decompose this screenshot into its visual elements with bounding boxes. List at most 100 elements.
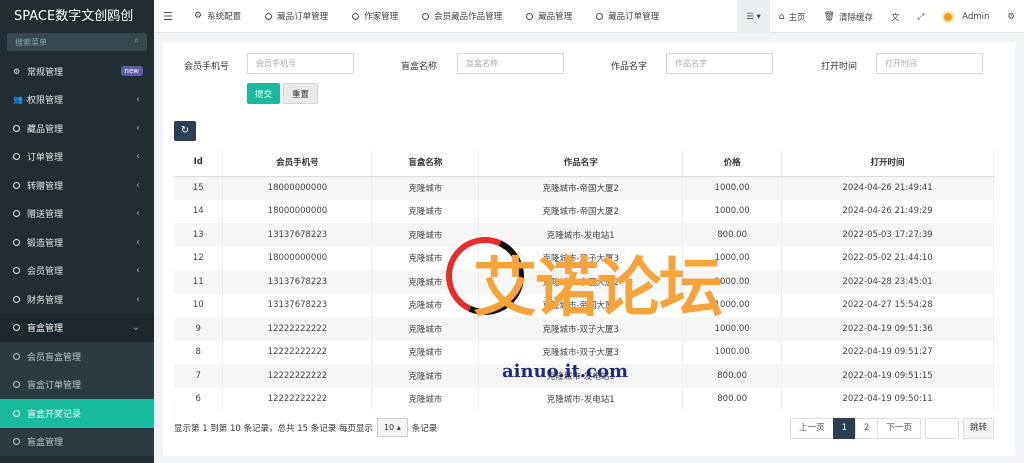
table-cell: 克隆城市 <box>371 293 480 317</box>
table-row[interactable]: 13 13137678223 克隆城市 克隆城市-发电站1 800.00 2022-05-… <box>174 223 994 247</box>
menu-toggle-icon[interactable]: ☰ <box>154 10 182 23</box>
work-name-label: 作品名字 <box>611 62 648 72</box>
table-cell: 14 <box>174 199 224 223</box>
table-cell: 克隆城市 <box>371 387 480 411</box>
chevron-left-icon: ‹ <box>136 94 140 106</box>
table-cell: 克隆城市-帝国大厦2 <box>478 199 684 223</box>
jump-button[interactable]: 跳转 <box>962 418 994 439</box>
page-1-button[interactable]: 1 <box>832 418 857 439</box>
table-row[interactable]: 9 12222222222 克隆城市 克隆城市-双子大厦3 1000.00 2022-04… <box>174 317 994 341</box>
home-icon: ⌂ <box>778 11 785 22</box>
sidebar-item[interactable]: ⚙ 常规管理 new <box>0 57 154 86</box>
table-cell: 2022-05-02 21:44:10 <box>781 246 994 270</box>
table-cell: 12222222222 <box>222 317 373 341</box>
table-row[interactable]: 7 12222222222 克隆城市 克隆城市-发电站1 800.00 2022-04-1… <box>174 364 994 388</box>
next-page-button[interactable]: 下一页 <box>877 418 921 439</box>
table-cell: 2022-04-19 09:51:27 <box>781 340 994 364</box>
table-cell: 12222222222 <box>222 340 373 364</box>
refresh-icon[interactable]: ↻ <box>174 121 196 141</box>
sidebar-item[interactable]: 订单管理 ‹ <box>0 143 154 172</box>
table-row[interactable]: 6 12222222222 克隆城市 克隆城市-发电站1 800.00 2022-04-1… <box>174 387 994 411</box>
clear-cache-button[interactable]: 🗑 清除缓存 <box>815 0 882 33</box>
table-cell: 2022-04-27 15:54:28 <box>781 293 994 317</box>
open-time-input[interactable] <box>876 53 983 74</box>
table-cell: 7 <box>174 364 224 388</box>
table-row[interactable]: 15 18000000000 克隆城市 克隆城市-帝国大厦2 1000.00 2024-0… <box>174 176 994 200</box>
settings-icon[interactable]: ⚙ <box>998 0 1024 33</box>
sidebar-item[interactable]: 财务管理 ‹ <box>0 285 154 314</box>
sidebar-subitem[interactable]: 盲盒管理 <box>0 428 154 457</box>
sidebar-item[interactable]: 盲盒管理 ⌄ <box>0 313 154 342</box>
table-cell: 2022-04-19 09:51:15 <box>781 364 994 388</box>
table-cell: 800.00 <box>682 364 783 388</box>
list-icon: ☰ ▾ <box>746 11 761 22</box>
table-cell: 克隆城市 <box>371 199 480 223</box>
records-table: Id 会员手机号 盲盒名称 作品名字 价格 打开时间 15 18000000000… <box>174 149 994 411</box>
table-cell: 克隆城市-发电站1 <box>478 223 684 247</box>
sidebar-item[interactable]: 藏品管理 ‹ <box>0 114 154 143</box>
table-cell: 10 <box>174 293 224 317</box>
trash-icon: 🗑 <box>823 11 835 22</box>
table-cell: 18000000000 <box>222 176 373 200</box>
top-tab[interactable]: 会员藏品作品管理 <box>410 0 514 33</box>
circle-icon <box>13 409 20 417</box>
translate-icon[interactable]: 文 <box>882 0 909 33</box>
table-cell: 6 <box>174 387 224 411</box>
page-2-button[interactable]: 2 <box>855 418 879 439</box>
menu-search-input[interactable] <box>7 33 147 51</box>
col-work-name[interactable]: 作品名字 <box>478 149 684 177</box>
sidebar-subitem[interactable]: 盲盒开奖记录 <box>0 399 154 428</box>
sidebar-subitem-label: 盲盒管理 <box>27 438 64 449</box>
phone-input[interactable] <box>247 53 354 74</box>
chevron-down-icon: ⌄ <box>131 322 140 334</box>
jump-page-input[interactable] <box>924 418 959 439</box>
search-icon[interactable]: ⌕ <box>134 36 139 46</box>
sidebar-submenu: 会员盲盒管理 盲盒订单管理 盲盒开奖记录盲盒管理 <box>0 342 154 456</box>
box-name-input[interactable] <box>457 53 564 74</box>
phone-label: 会员手机号 <box>184 62 230 72</box>
col-open-time[interactable]: 打开时间 <box>781 149 994 177</box>
table-cell: 13137678223 <box>222 223 373 247</box>
submit-button[interactable]: 提交 <box>247 83 281 104</box>
app-logo-title[interactable]: SPACE数字文创鸥创 <box>0 0 154 33</box>
user-menu[interactable]: Admin <box>933 0 998 33</box>
col-id[interactable]: Id <box>174 149 224 177</box>
table-cell: 克隆城市-发电站1 <box>478 387 684 411</box>
table-row[interactable]: 14 18000000000 克隆城市 克隆城市-帝国大厦2 1000.00 2024-0… <box>174 199 994 223</box>
chevron-left-icon: ‹ <box>136 151 140 163</box>
tab-list-dropdown-button[interactable]: ☰ ▾ <box>737 0 770 33</box>
users-icon: 👥 <box>13 95 23 105</box>
reset-button[interactable]: 重置 <box>283 83 319 104</box>
table-cell: 18000000000 <box>222 246 373 270</box>
sidebar-item[interactable]: 锻造管理 ‹ <box>0 228 154 257</box>
circle-icon <box>13 352 20 360</box>
work-name-input[interactable] <box>666 53 773 74</box>
sidebar-subitem[interactable]: 会员盲盒管理 <box>0 342 154 371</box>
chevron-left-icon: ‹ <box>136 293 140 305</box>
home-link[interactable]: ⌂ 主页 <box>770 0 815 33</box>
col-box-name[interactable]: 盲盒名称 <box>371 149 480 177</box>
table-row[interactable]: 11 13137678223 克隆城市 克隆城市-帝国大厦2 1000.00 2022-0… <box>174 270 994 294</box>
table-cell: 克隆城市 <box>371 270 480 294</box>
table-row[interactable]: 8 12222222222 克隆城市 克隆城市-双子大厦3 1000.00 2022-04… <box>174 340 994 364</box>
top-tab[interactable]: 藏品订单管理 <box>253 0 340 33</box>
top-tab[interactable]: 藏品订单管理 <box>584 0 671 33</box>
prev-page-button[interactable]: 上一页 <box>790 418 834 439</box>
page-size-select[interactable]: 10 ▴ <box>376 418 408 437</box>
table-row[interactable]: 10 13137678223 克隆城市 克隆城市-帝国大厦2 1000.00 2022-0… <box>174 293 994 317</box>
fullscreen-icon[interactable]: ⤢ <box>908 0 933 33</box>
table-row[interactable]: 12 18000000000 克隆城市 克隆城市-双子大厦3 1000.00 2022-0… <box>174 246 994 270</box>
col-phone[interactable]: 会员手机号 <box>222 149 373 177</box>
table-cell: 2022-04-19 09:50:11 <box>781 387 994 411</box>
sidebar-item[interactable]: 转赠管理 ‹ <box>0 171 154 200</box>
table-cell: 800.00 <box>682 387 783 411</box>
top-tab[interactable]: 作家管理 <box>340 0 410 33</box>
top-tab[interactable]: 藏品管理 <box>514 0 584 33</box>
sidebar-subitem[interactable]: 盲盒订单管理 <box>0 371 154 400</box>
sidebar-item[interactable]: 会员管理 ‹ <box>0 257 154 286</box>
col-price[interactable]: 价格 <box>682 149 783 177</box>
top-tab[interactable]: ⚙ 系统配置 <box>182 0 253 33</box>
sidebar-item[interactable]: 👥 权限管理 ‹ <box>0 86 154 115</box>
sidebar-item[interactable]: 赠送管理 ‹ <box>0 200 154 229</box>
circle-icon <box>13 124 20 132</box>
